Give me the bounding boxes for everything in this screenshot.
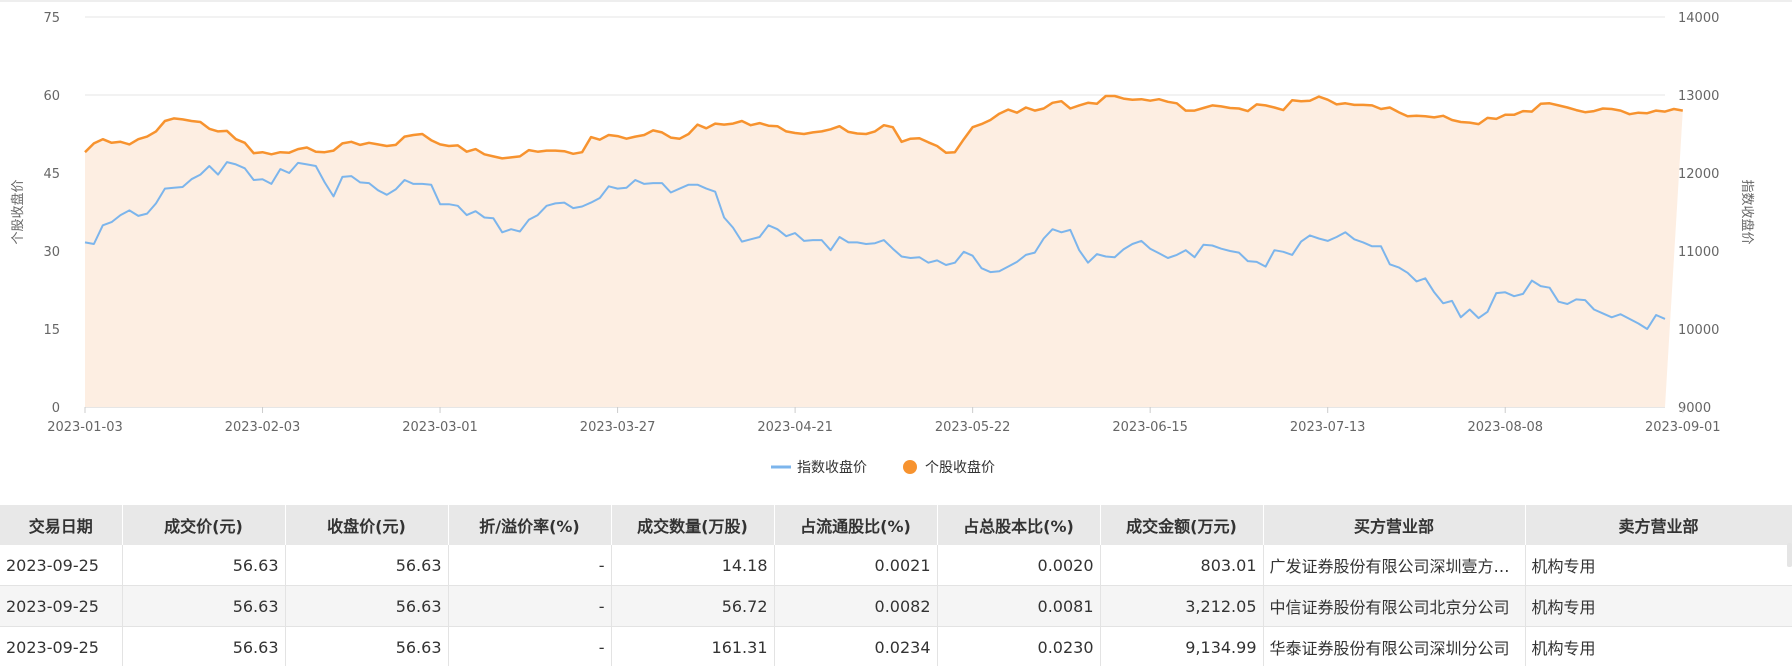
x-tick-label: 2023-05-22 bbox=[935, 420, 1011, 435]
cell-seller[interactable]: 机构专用 bbox=[1525, 626, 1792, 666]
header-amount[interactable]: 成交金额(万元) bbox=[1100, 505, 1264, 545]
scrollbar-thumb[interactable] bbox=[1787, 543, 1792, 567]
cell-trade-price: 56.63 bbox=[122, 545, 286, 586]
table-row: 2023-09-25 56.63 56.63 - 14.18 0.0021 0.… bbox=[0, 545, 1792, 586]
x-tick-label: 2023-03-01 bbox=[402, 420, 478, 435]
cell-premium-rate: - bbox=[448, 545, 612, 586]
y-left-tick-label: 60 bbox=[43, 89, 60, 104]
legend-item-stock[interactable]: 个股收盘价 bbox=[903, 459, 995, 476]
y-right-tick-label: 10000 bbox=[1678, 323, 1719, 338]
cell-buyer[interactable]: 广发证券股份有限公司深圳壹方中心证券营业部 bbox=[1263, 545, 1526, 586]
y-right-tick-label: 11000 bbox=[1678, 245, 1719, 260]
cell-float-ratio: 0.0021 bbox=[774, 545, 938, 586]
header-total-ratio[interactable]: 占总股本比(%) bbox=[937, 505, 1101, 545]
legend-item-index[interactable]: 指数收盘价 bbox=[771, 459, 867, 476]
cell-amount: 3,212.05 bbox=[1100, 585, 1264, 627]
cell-trade-date: 2023-09-25 bbox=[0, 545, 123, 586]
header-float-ratio[interactable]: 占流通股比(%) bbox=[774, 505, 938, 545]
x-tick-label: 2023-04-21 bbox=[757, 420, 833, 435]
cell-buyer[interactable]: 中信证券股份有限公司北京分公司 bbox=[1263, 585, 1526, 627]
cell-trade-price: 56.63 bbox=[122, 626, 286, 666]
legend-stock-swatch bbox=[903, 460, 917, 474]
cell-volume: 161.31 bbox=[611, 626, 775, 666]
cell-float-ratio: 0.0234 bbox=[774, 626, 938, 666]
header-trade-price[interactable]: 成交价(元) bbox=[122, 505, 286, 545]
closing-price-chart: 0 9000 15 10000 30 11000 45 12000 60 13000 75 14000… bbox=[0, 0, 1792, 500]
cell-premium-rate: - bbox=[448, 626, 612, 666]
header-volume[interactable]: 成交数量(万股) bbox=[611, 505, 775, 545]
cell-close-price: 56.63 bbox=[285, 545, 449, 586]
cell-amount: 9,134.99 bbox=[1100, 626, 1264, 666]
table-row: 2023-09-25 56.63 56.63 - 56.72 0.0082 0.… bbox=[0, 585, 1792, 627]
y-left-tick-label: 0 bbox=[52, 401, 60, 416]
cell-trade-price: 56.63 bbox=[122, 585, 286, 627]
table-row: 2023-09-25 56.63 56.63 - 161.31 0.0234 0… bbox=[0, 626, 1792, 666]
block-trade-table-container: 交易日期 成交价(元) 收盘价(元) 折/溢价率(%) 成交数量(万股) 占流通… bbox=[0, 505, 1792, 666]
y-right-axis-title: 指数收盘价 bbox=[1739, 179, 1755, 244]
y-left-tick-label: 15 bbox=[43, 323, 60, 338]
header-close-price[interactable]: 收盘价(元) bbox=[285, 505, 449, 545]
cell-volume: 56.72 bbox=[611, 585, 775, 627]
stock-area-fill bbox=[85, 96, 1683, 407]
y-left-tick-label: 75 bbox=[43, 11, 60, 26]
cell-premium-rate: - bbox=[448, 585, 612, 627]
block-trade-table: 交易日期 成交价(元) 收盘价(元) 折/溢价率(%) 成交数量(万股) 占流通… bbox=[0, 505, 1792, 666]
y-right-tick-label: 13000 bbox=[1678, 89, 1719, 104]
chart-svg: 0 900015 1000030 1100045 1200060 1300075 14000… bbox=[10, 11, 1755, 476]
header-premium-rate[interactable]: 折/溢价率(%) bbox=[448, 505, 612, 545]
x-tick-label: 2023-07-13 bbox=[1290, 420, 1366, 435]
legend-stock-label: 个股收盘价 bbox=[925, 459, 995, 476]
y-left-tick-label: 45 bbox=[43, 167, 60, 182]
legend: 指数收盘价 个股收盘价 bbox=[771, 459, 995, 476]
table-header-row: 交易日期 成交价(元) 收盘价(元) 折/溢价率(%) 成交数量(万股) 占流通… bbox=[0, 505, 1792, 545]
cell-total-ratio: 0.0081 bbox=[937, 585, 1101, 627]
cell-amount: 803.01 bbox=[1100, 545, 1264, 586]
x-tick-label: 2023-01-03 bbox=[47, 420, 123, 435]
legend-index-label: 指数收盘价 bbox=[797, 459, 867, 476]
cell-buyer[interactable]: 华泰证券股份有限公司深圳分公司 bbox=[1263, 626, 1526, 666]
x-tick-label: 2023-03-27 bbox=[580, 420, 656, 435]
header-buyer[interactable]: 买方营业部 bbox=[1263, 505, 1526, 545]
x-tick-label: 2023-08-08 bbox=[1467, 420, 1543, 435]
cell-close-price: 56.63 bbox=[285, 585, 449, 627]
cell-close-price: 56.63 bbox=[285, 626, 449, 666]
y-left-axis-title: 个股收盘价 bbox=[10, 179, 26, 244]
cell-seller[interactable]: 机构专用 bbox=[1525, 585, 1792, 627]
cell-total-ratio: 0.0230 bbox=[937, 626, 1101, 666]
cell-trade-date: 2023-09-25 bbox=[0, 626, 123, 666]
x-tick-label: 2023-09-01 bbox=[1645, 420, 1721, 435]
cell-float-ratio: 0.0082 bbox=[774, 585, 938, 627]
y-right-tick-label: 12000 bbox=[1678, 167, 1719, 182]
cell-total-ratio: 0.0020 bbox=[937, 545, 1101, 586]
cell-seller[interactable]: 机构专用 bbox=[1525, 545, 1792, 586]
y-right-tick-label: 14000 bbox=[1678, 11, 1719, 26]
stock-area bbox=[85, 96, 1683, 407]
header-trade-date[interactable]: 交易日期 bbox=[0, 505, 123, 545]
x-tick-label: 2023-06-15 bbox=[1112, 420, 1188, 435]
y-left-tick-label: 30 bbox=[43, 245, 60, 260]
x-tick-label: 2023-02-03 bbox=[225, 420, 301, 435]
header-seller[interactable]: 卖方营业部 bbox=[1525, 505, 1792, 545]
cell-volume: 14.18 bbox=[611, 545, 775, 586]
cell-trade-date: 2023-09-25 bbox=[0, 585, 123, 627]
